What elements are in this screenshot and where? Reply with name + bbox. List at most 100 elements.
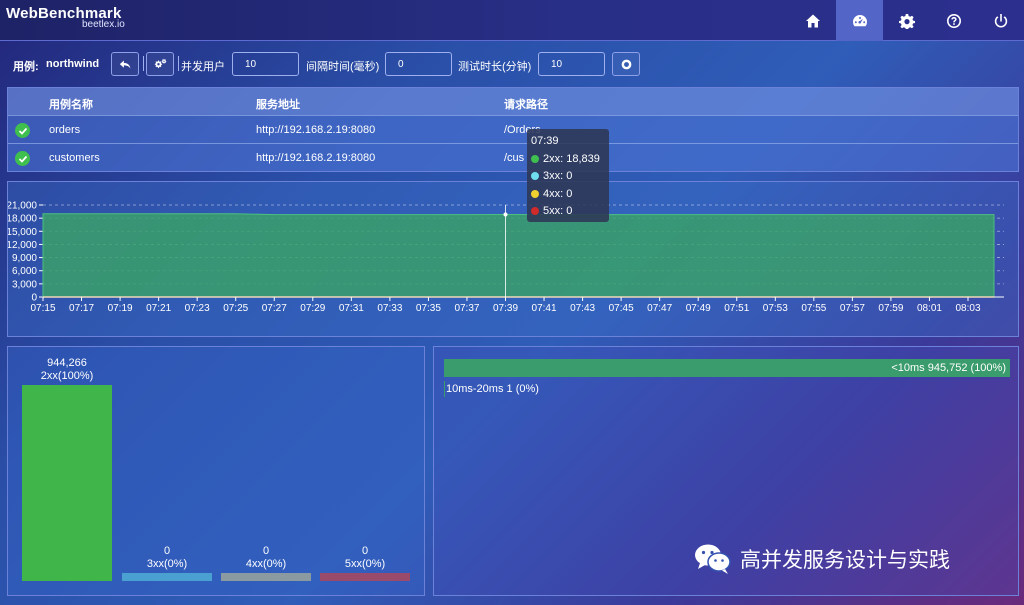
record-button[interactable] <box>612 52 640 76</box>
check-circle-icon <box>15 123 30 138</box>
legend-dot-2xx <box>531 154 539 163</box>
record-icon <box>621 59 631 69</box>
latency-bar-label: 10ms-20ms 1 (0%) <box>446 383 539 395</box>
area-chart-svg[interactable]: 21,000 18,000 15,000 12,000 9,000 6,000 3,000 0… <box>8 182 1018 336</box>
bar-category: 2xx(100%) <box>40 370 94 382</box>
duration-input[interactable] <box>538 52 605 76</box>
concurrent-users-input[interactable] <box>232 52 299 76</box>
bar-category: 3xx(0%) <box>146 558 188 570</box>
bar-value-label: 0 3xx(0%) <box>122 545 212 571</box>
x-tick-label: 07:57 <box>840 303 865 314</box>
watermark-text: 高并发服务设计与实践 <box>740 549 950 572</box>
x-tick-label: 07:33 <box>377 303 402 314</box>
column-header-address: 服务地址 <box>256 99 300 111</box>
x-tick-label: 07:23 <box>185 303 210 314</box>
x-tick-label: 08:01 <box>917 303 942 314</box>
test-case-table: 用例名称 服务地址 请求路径 orders http://192.168.2.1… <box>7 87 1019 172</box>
bar-category: 5xx(0%) <box>344 558 386 570</box>
status-timeline-chart: 21,000 18,000 15,000 12,000 9,000 6,000 3,000 0… <box>7 181 1019 337</box>
chart-tooltip: 07:39 2xx: 18,839 3xx: 0 4xx: 0 5xx: 0 <box>527 129 609 222</box>
check-circle-icon <box>15 151 30 166</box>
dashboard-icon <box>852 14 867 26</box>
x-tick-label: 07:47 <box>647 303 672 314</box>
interval-label: 间隔时间(毫秒) <box>306 61 380 73</box>
x-tick-label: 07:37 <box>454 303 479 314</box>
toolbar: 用例: northwind 并发用户 间隔时间(毫秒) 测试时长(分钟) <box>13 52 1003 76</box>
bar-2xx <box>22 385 112 581</box>
tooltip-row-4xx: 4xx: 0 <box>531 185 609 203</box>
tooltip-text: 4xx: 0 <box>543 187 573 200</box>
table-row[interactable]: orders http://192.168.2.19:8080 /Orders <box>8 115 1018 143</box>
nav-power-button[interactable] <box>977 0 1024 41</box>
nav-dashboard-button[interactable] <box>836 0 883 41</box>
bar-4xx <box>221 573 311 581</box>
y-tick-label: 12,000 <box>8 240 37 251</box>
interval-input[interactable] <box>385 52 452 76</box>
case-name: northwind <box>46 58 100 70</box>
y-tick-label: 21,000 <box>8 201 37 212</box>
legend-dot-4xx <box>531 189 539 198</box>
bar-value: 0 <box>163 545 171 557</box>
bar-value: 0 <box>262 545 270 557</box>
top-nav <box>789 0 1024 41</box>
x-tick-label: 07:55 <box>801 303 826 314</box>
nav-settings-button[interactable] <box>883 0 930 41</box>
nav-home-button[interactable] <box>789 0 836 41</box>
status-code-bar-chart: 944,266 2xx(100%) 0 3xx(0%) 0 4xx(0%) 0 5xx(0%) <box>7 346 425 596</box>
nav-help-button[interactable] <box>930 0 977 41</box>
table-row[interactable]: customers http://192.168.2.19:8080 /cus <box>8 143 1018 171</box>
top-bar: WebBenchmark beetlex.io <box>0 0 1024 41</box>
toolbar-divider <box>143 56 144 71</box>
wechat-icon <box>695 544 731 574</box>
row-address: http://192.168.2.19:8080 <box>256 152 376 164</box>
duration-label: 测试时长(分钟) <box>458 61 532 73</box>
tooltip-time: 07:39 <box>531 135 559 147</box>
toolbar-divider <box>178 56 179 71</box>
bar-value: 0 <box>361 545 369 557</box>
x-tick-label: 07:35 <box>416 303 441 314</box>
x-tick-label: 07:27 <box>262 303 287 314</box>
tooltip-row-2xx: 2xx: 18,839 <box>531 150 609 168</box>
legend-dot-5xx <box>531 207 539 216</box>
tooltip-text: 2xx: 18,839 <box>543 152 600 165</box>
row-name: customers <box>49 152 100 164</box>
y-tick-label: 6,000 <box>12 266 37 277</box>
app-subtitle: beetlex.io <box>82 19 125 30</box>
users-label: 并发用户 <box>181 61 225 73</box>
watermark: 高并发服务设计与实践 <box>694 540 950 578</box>
y-tick-label: 3,000 <box>12 279 37 290</box>
column-header-name: 用例名称 <box>49 99 93 111</box>
config-button[interactable] <box>146 52 174 76</box>
series-area-2xx <box>42 213 995 298</box>
x-tick-label: 07:29 <box>300 303 325 314</box>
x-tick-label: 07:41 <box>532 303 557 314</box>
column-header-path: 请求路径 <box>504 99 548 111</box>
latency-bar <box>444 381 445 397</box>
tooltip-text: 5xx: 0 <box>543 205 573 218</box>
x-tick-label: 07:51 <box>724 303 749 314</box>
x-tick-label: 08:03 <box>955 303 980 314</box>
row-name: orders <box>49 124 81 136</box>
bar-value-label: 0 5xx(0%) <box>320 545 410 571</box>
tooltip-row-3xx: 3xx: 0 <box>531 168 609 186</box>
help-icon <box>946 13 961 28</box>
x-tick-label: 07:19 <box>108 303 133 314</box>
bar-3xx <box>122 573 212 581</box>
home-icon <box>805 14 820 27</box>
reply-icon <box>119 59 130 69</box>
cogs-icon <box>154 58 166 68</box>
x-tick-label: 07:59 <box>878 303 903 314</box>
x-tick-label: 07:49 <box>686 303 711 314</box>
gear-icon <box>898 13 915 29</box>
x-tick-label: 07:31 <box>339 303 364 314</box>
latency-bar: <10ms 945,752 (100%) <box>444 359 1010 377</box>
back-button[interactable] <box>111 52 139 76</box>
table-header: 用例名称 服务地址 请求路径 <box>8 88 1018 115</box>
x-tick-label: 07:17 <box>69 303 94 314</box>
case-label: 用例: <box>13 61 39 73</box>
bar-value-label: 944,266 2xx(100%) <box>22 357 112 383</box>
row-path: /cus <box>504 152 525 164</box>
hover-point <box>503 212 508 217</box>
tooltip-text: 3xx: 0 <box>543 170 573 183</box>
row-address: http://192.168.2.19:8080 <box>256 124 376 136</box>
